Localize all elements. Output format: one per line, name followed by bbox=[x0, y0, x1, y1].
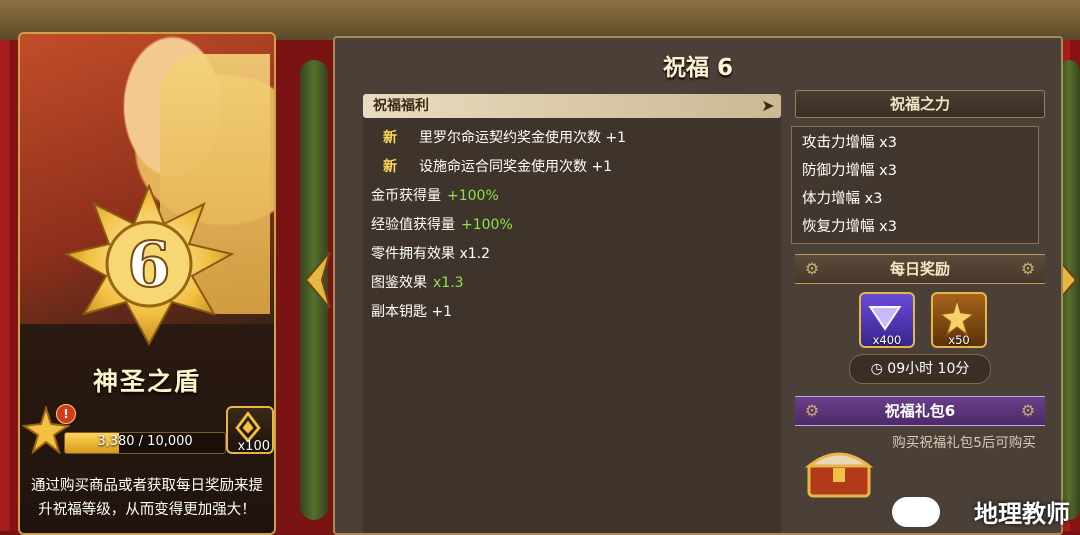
pack-label: 祝福礼包6 bbox=[884, 402, 956, 420]
hero-level: 6 bbox=[127, 228, 170, 301]
watermark-logo bbox=[892, 497, 940, 527]
alert-icon[interactable]: ! bbox=[56, 404, 76, 424]
reward-count: x400 bbox=[872, 333, 902, 347]
timer-text: 09小时 10分 bbox=[887, 361, 970, 377]
upgrade-item-button[interactable]: x100 bbox=[226, 406, 274, 454]
benefit-header-label: 祝福福利 bbox=[373, 98, 429, 114]
benefit-text: 副本钥匙 +1 bbox=[371, 304, 453, 320]
pack-header: ⚙ 祝福礼包6 ⚙ bbox=[795, 396, 1045, 426]
daily-reward-header: ⚙ 每日奖励 ⚙ bbox=[795, 254, 1045, 284]
main-panel: 祝福 6 祝福福利 ➤ 新里罗尔命运契约奖金使用次数 +1 新设施命运合同奖金使… bbox=[333, 36, 1063, 535]
treasure-chest-icon[interactable] bbox=[805, 442, 873, 498]
power-item: 攻击力增幅 x3 bbox=[802, 135, 897, 151]
right-column: 祝福之力 攻击力增幅 x3 防御力增幅 x3 体力增幅 x3 恢复力增幅 x3 … bbox=[791, 90, 1045, 506]
exp-bar: 3,380 / 10,000 bbox=[64, 432, 226, 454]
hero-name: 神圣之盾 bbox=[92, 367, 201, 396]
pack-requirement-text: 购买祝福礼包5后可购买 bbox=[892, 435, 1036, 451]
hero-panel: 6 神圣之盾 ! 3,380 / 10,000 x100 通过购买商品或者获取每… bbox=[18, 32, 276, 535]
power-header: 祝福之力 bbox=[795, 90, 1045, 118]
new-tag: 新 bbox=[383, 159, 397, 175]
benefit-text: 零件拥有效果 x1.2 bbox=[371, 246, 490, 262]
reward-count: x50 bbox=[948, 333, 970, 347]
reward-timer: ◷ 09小时 10分 bbox=[849, 354, 991, 384]
benefit-highlight: +100% bbox=[447, 188, 499, 204]
power-item: 恢复力增幅 x3 bbox=[802, 219, 897, 235]
benefit-text: 经验值获得量 bbox=[371, 217, 455, 233]
benefit-highlight: +100% bbox=[461, 217, 513, 233]
benefit-row: 零件拥有效果 x1.2 bbox=[363, 240, 781, 269]
benefit-row: 经验值获得量 +100% bbox=[363, 211, 781, 240]
level-emblem-icon: 6 bbox=[64, 184, 234, 347]
exp-row: ! 3,380 / 10,000 x100 bbox=[22, 402, 274, 458]
power-list: 攻击力增幅 x3 防御力增幅 x3 体力增幅 x3 恢复力增幅 x3 bbox=[791, 126, 1039, 244]
benefit-row: 金币获得量 +100% bbox=[363, 182, 781, 211]
gear-icon: ⚙ bbox=[1020, 259, 1036, 278]
power-item: 防御力增幅 x3 bbox=[802, 163, 897, 179]
benefit-row: 副本钥匙 +1 bbox=[363, 298, 781, 327]
benefit-text: 里罗尔命运契约奖金使用次数 +1 bbox=[419, 130, 627, 146]
reward-item-gem[interactable]: x400 bbox=[859, 292, 915, 348]
benefit-text: 图鉴效果 bbox=[371, 275, 427, 291]
gear-icon: ⚙ bbox=[804, 401, 820, 420]
daily-rewards: x400 x50 bbox=[795, 284, 1045, 354]
gear-icon: ⚙ bbox=[1020, 401, 1036, 420]
benefit-row: 图鉴效果 x1.3 bbox=[363, 269, 781, 298]
clock-icon: ◷ bbox=[870, 361, 883, 377]
page-title: 祝福 6 bbox=[662, 55, 733, 81]
hero-description: 通过购买商品或者获取每日奖励来提升祝福等级，从而变得更加强大！ bbox=[31, 478, 263, 518]
benefit-header: 祝福福利 ➤ bbox=[363, 94, 781, 118]
benefit-row: 新 里罗尔命运契约奖金使用次数 +1 bbox=[363, 124, 781, 153]
power-item: 体力增幅 x3 bbox=[802, 191, 883, 207]
benefit-highlight: x1.3 bbox=[433, 275, 464, 291]
exp-text: 3,380 / 10,000 bbox=[97, 434, 193, 449]
prev-arrow-icon[interactable] bbox=[302, 250, 332, 310]
daily-reward-label: 每日奖励 bbox=[889, 260, 950, 278]
benefit-row: 新 设施命运合同奖金使用次数 +1 bbox=[363, 153, 781, 182]
new-tag: 新 bbox=[383, 130, 397, 146]
gear-icon: ⚙ bbox=[804, 259, 820, 278]
arrow-right-icon[interactable]: ➤ bbox=[759, 96, 777, 116]
item-count: x100 bbox=[237, 439, 270, 454]
watermark: 地理教师 bbox=[974, 500, 1070, 528]
benefit-text: 金币获得量 bbox=[371, 188, 441, 204]
benefit-section: 祝福福利 ➤ 新里罗尔命运契约奖金使用次数 +1 新设施命运合同奖金使用次数 +… bbox=[363, 94, 781, 533]
benefit-text: 设施命运合同奖金使用次数 +1 bbox=[419, 159, 613, 175]
reward-item-star[interactable]: x50 bbox=[931, 292, 987, 348]
